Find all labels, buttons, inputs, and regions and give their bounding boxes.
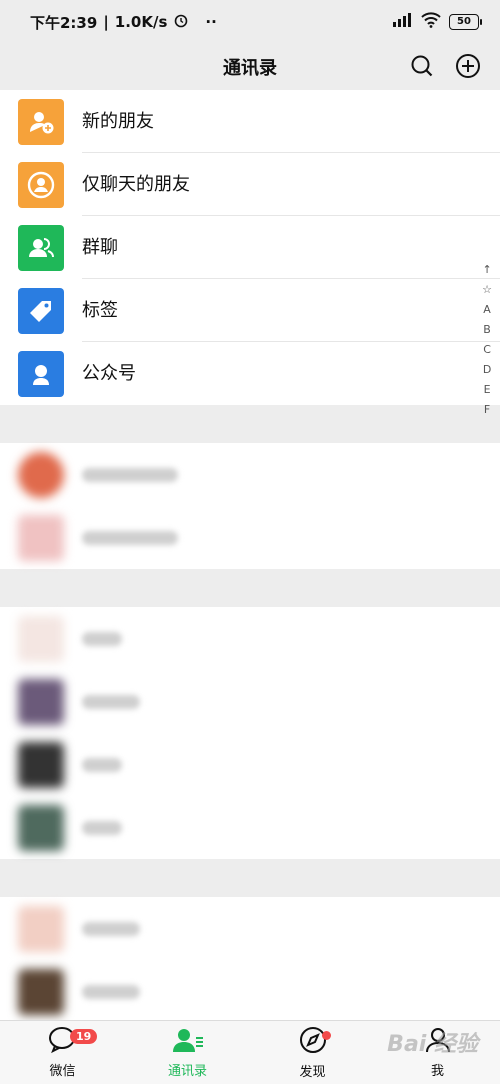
index-letter-e[interactable]: E xyxy=(484,382,491,397)
watermark: Bai 经验 xyxy=(387,1032,478,1057)
alphabet-index[interactable]: ↑ ☆ A B C D E F xyxy=(482,262,492,417)
feature-entries: 新的朋友 仅聊天的朋友 群聊 标签 公众号 xyxy=(0,90,500,405)
official-accounts-label: 公众号 xyxy=(82,363,136,384)
avatar xyxy=(18,905,64,952)
group-chat-icon xyxy=(18,224,64,271)
contact-row[interactable] xyxy=(0,897,500,960)
more-notifications-icon: ·· xyxy=(205,13,217,31)
tags-label: 标签 xyxy=(82,279,500,342)
contact-name xyxy=(82,694,140,709)
avatar xyxy=(18,804,64,851)
tab-discover-label: 发现 xyxy=(299,1065,326,1080)
contact-row[interactable] xyxy=(0,443,500,506)
index-letter-d[interactable]: D xyxy=(483,362,491,377)
search-icon[interactable] xyxy=(408,52,436,80)
contact-list[interactable]: 新的朋友 仅聊天的朋友 群聊 标签 公众号 xyxy=(0,90,500,1023)
add-friend-icon xyxy=(18,98,64,145)
status-network-speed: 1.0K/s xyxy=(114,13,168,31)
tag-icon xyxy=(18,287,64,334)
tab-chats-label: 微信 xyxy=(49,1064,76,1079)
signal-icon xyxy=(391,12,413,32)
battery-level: 50 xyxy=(449,14,479,30)
title-bar: 通讯录 xyxy=(0,44,500,90)
index-letter-b[interactable]: B xyxy=(483,322,491,337)
tab-contacts-label: 通讯录 xyxy=(167,1064,207,1079)
avatar xyxy=(18,615,64,662)
avatar xyxy=(18,514,64,561)
status-separator: | xyxy=(103,13,109,31)
new-friends-row[interactable]: 新的朋友 xyxy=(0,90,500,153)
tags-row[interactable]: 标签 xyxy=(0,279,500,342)
index-letter-a[interactable]: A xyxy=(483,302,491,317)
battery-indicator: 50 xyxy=(449,14,482,30)
contact-row[interactable] xyxy=(0,670,500,733)
avatar xyxy=(18,678,64,725)
section-header xyxy=(0,859,500,897)
contact-name xyxy=(82,467,178,482)
new-content-dot xyxy=(322,1031,331,1040)
alarm-icon xyxy=(173,12,189,32)
contact-name xyxy=(82,530,178,545)
chat-only-friends-row[interactable]: 仅聊天的朋友 xyxy=(0,153,500,216)
official-accounts-row[interactable]: 公众号 xyxy=(0,342,500,405)
contact-row[interactable] xyxy=(0,607,500,670)
contact-name xyxy=(82,820,122,835)
avatar xyxy=(18,451,64,498)
index-letter-c[interactable]: C xyxy=(483,342,491,357)
contact-row[interactable] xyxy=(0,506,500,569)
compass-icon xyxy=(298,1025,328,1059)
tab-chats[interactable]: 19 微信 xyxy=(0,1021,125,1084)
index-star[interactable]: ☆ xyxy=(482,282,492,297)
contact-name xyxy=(82,631,122,646)
page-title: 通讯录 xyxy=(223,58,277,79)
group-chat-label: 群聊 xyxy=(82,216,500,279)
group-chat-row[interactable]: 群聊 xyxy=(0,216,500,279)
index-top[interactable]: ↑ xyxy=(482,262,491,277)
contact-name xyxy=(82,984,140,999)
contact-name xyxy=(82,921,140,936)
section-header xyxy=(0,405,500,443)
chat-only-friends-label: 仅聊天的朋友 xyxy=(82,153,500,216)
add-icon[interactable] xyxy=(454,52,482,80)
unread-badge: 19 xyxy=(70,1029,98,1044)
avatar xyxy=(18,741,64,788)
wifi-icon xyxy=(421,12,441,32)
contact-row[interactable] xyxy=(0,796,500,859)
contact-row[interactable] xyxy=(0,960,500,1023)
status-bar: 下午2:39 | 1.0K/s ·· 50 xyxy=(0,0,500,44)
tab-contacts[interactable]: 通讯录 xyxy=(125,1021,250,1084)
avatar xyxy=(18,968,64,1015)
tab-discover[interactable]: 发现 xyxy=(250,1021,375,1084)
chat-friend-icon xyxy=(18,161,64,208)
official-account-icon xyxy=(18,350,64,397)
contacts-icon xyxy=(172,1026,204,1058)
index-letter-f[interactable]: F xyxy=(484,402,490,417)
status-time: 下午2:39 xyxy=(30,13,98,32)
contact-name xyxy=(82,757,122,772)
tab-me-label: 我 xyxy=(430,1064,444,1079)
new-friends-label: 新的朋友 xyxy=(82,90,500,153)
section-header xyxy=(0,569,500,607)
contact-row[interactable] xyxy=(0,733,500,796)
